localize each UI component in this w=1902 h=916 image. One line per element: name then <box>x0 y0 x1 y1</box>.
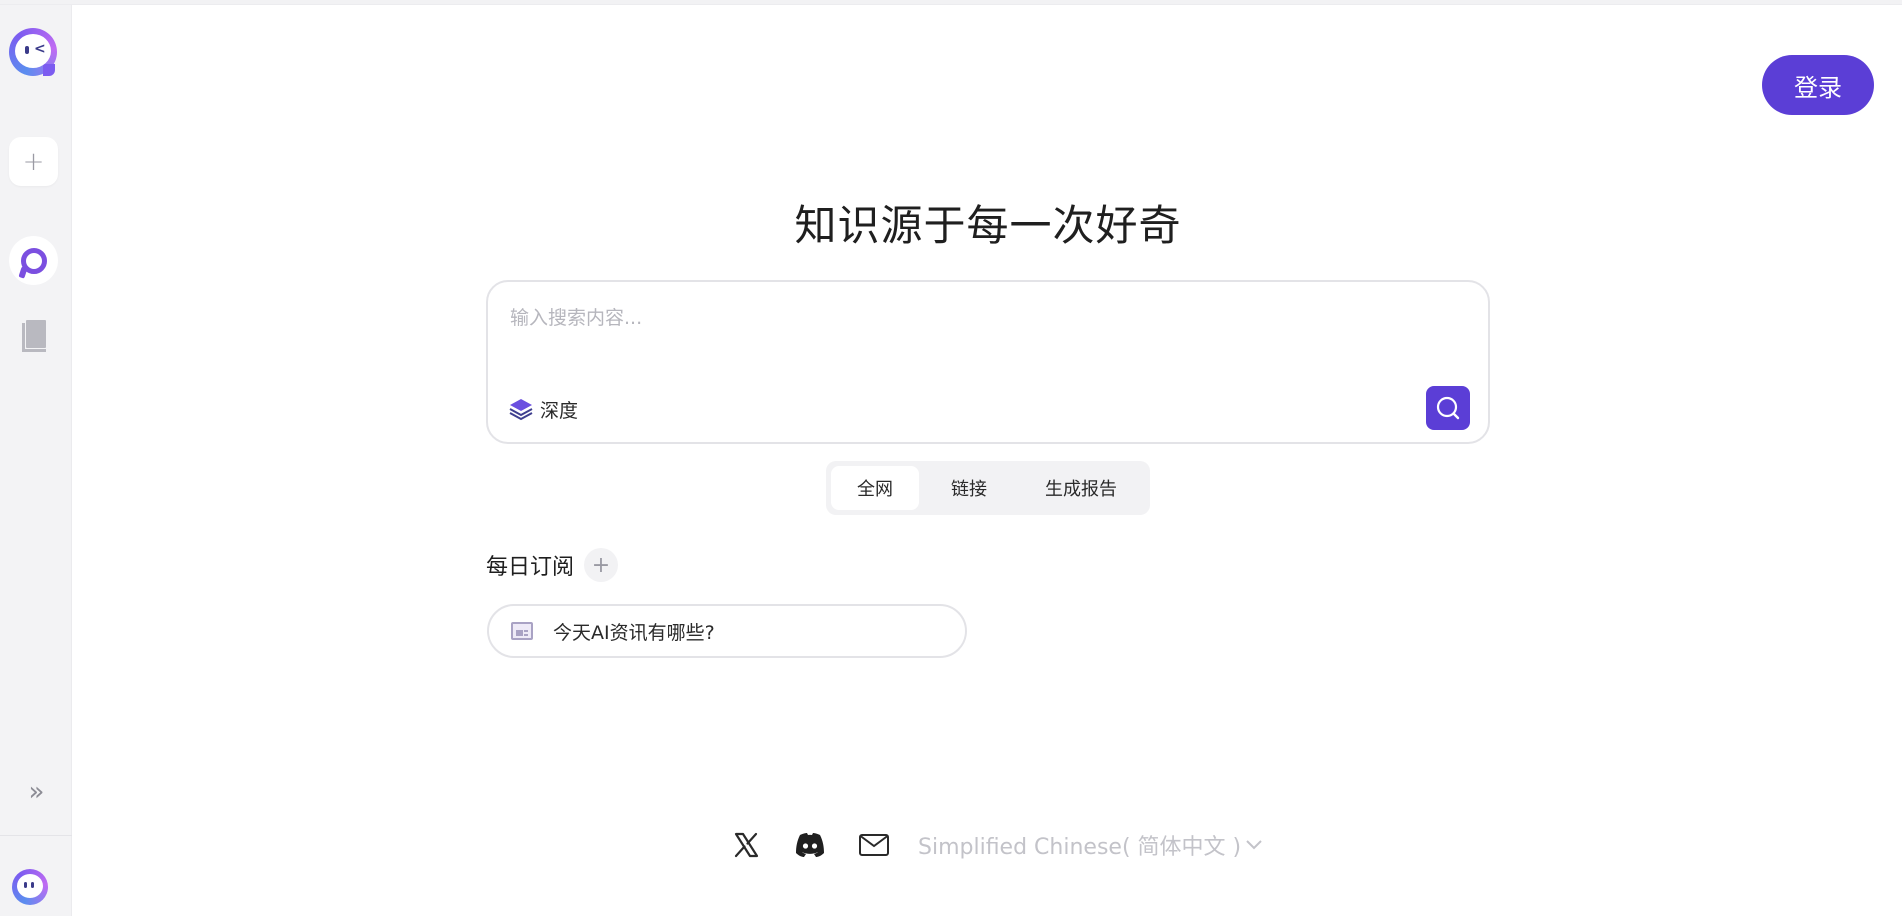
search-box: 深度 <box>486 280 1490 444</box>
search-logo-icon <box>20 247 47 274</box>
daily-subscription-item-label: 今天AI资讯有哪些? <box>553 621 715 644</box>
tab-web[interactable]: 全网 <box>831 466 919 510</box>
sidebar-divider <box>0 835 72 836</box>
daily-subscription-item[interactable]: 今天AI资讯有哪些? <box>487 604 967 658</box>
page-title: 知识源于每一次好奇 <box>794 201 1182 250</box>
search-icon <box>1436 396 1460 420</box>
app-logo-icon[interactable] <box>9 28 57 76</box>
expand-sidebar-button[interactable]: » <box>9 767 58 816</box>
x-icon[interactable] <box>726 825 766 865</box>
news-icon <box>511 622 533 640</box>
language-label: Simplified Chinese( 简体中文 ) <box>918 835 1242 860</box>
tab-link[interactable]: 链接 <box>919 466 1019 510</box>
mail-icon[interactable] <box>854 825 894 865</box>
deep-mode-label: 深度 <box>540 399 579 422</box>
tab-report[interactable]: 生成报告 <box>1019 466 1143 510</box>
chevron-down-icon <box>1246 840 1262 850</box>
language-select[interactable]: Simplified Chinese( 简体中文 ) <box>918 829 1263 861</box>
search-mode-tabs: 全网 链接 生成报告 <box>826 461 1150 515</box>
double-chevron-right-icon: » <box>28 776 45 807</box>
daily-subscription-header: 每日订阅 + <box>486 548 619 582</box>
user-avatar[interactable] <box>12 869 48 905</box>
layers-icon <box>508 396 534 422</box>
deep-mode-toggle[interactable]: 深度 <box>508 394 578 424</box>
login-button[interactable]: 登录 <box>1762 55 1874 115</box>
new-chat-button[interactable]: + <box>9 137 58 186</box>
daily-subscription-title: 每日订阅 <box>486 555 575 580</box>
sidebar-item-library[interactable] <box>9 311 58 360</box>
search-input[interactable] <box>510 298 1460 338</box>
top-border <box>0 0 1902 5</box>
plus-icon: + <box>22 146 45 177</box>
discord-icon[interactable] <box>790 825 830 865</box>
search-submit-button[interactable] <box>1426 386 1470 430</box>
footer: Simplified Chinese( 简体中文 ) <box>726 825 1263 865</box>
sidebar-item-search[interactable] <box>9 236 58 285</box>
sidebar: + » <box>0 5 72 916</box>
book-icon <box>21 319 46 352</box>
add-subscription-button[interactable]: + <box>584 548 619 582</box>
